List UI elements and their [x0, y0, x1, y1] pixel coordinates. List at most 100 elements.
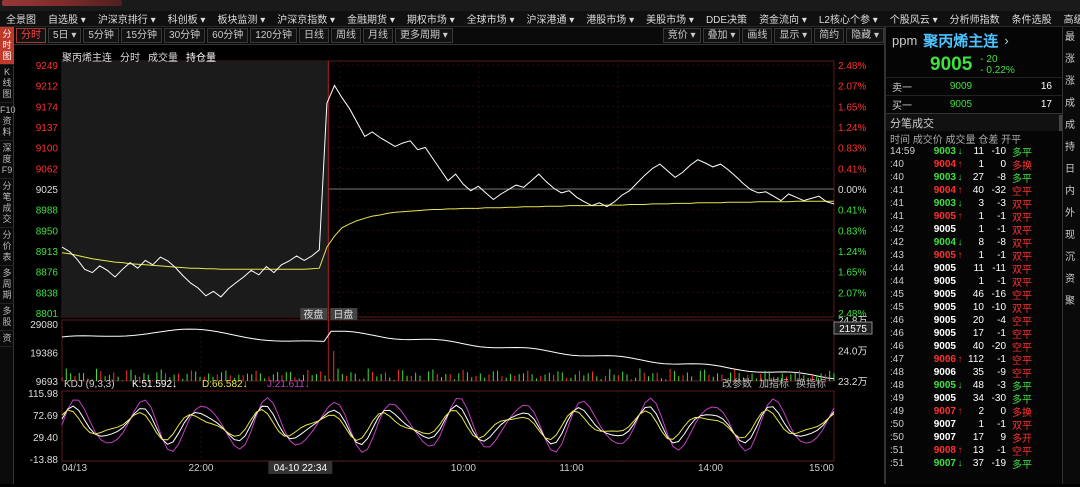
tick-price: 9005: [933, 289, 956, 300]
tick-oi-change: -1: [997, 445, 1006, 456]
tick-oi-change: -20: [991, 341, 1006, 352]
menu-item-4[interactable]: 板块监测 ▾: [211, 11, 271, 26]
menu-item-11[interactable]: 美股市场 ▾: [640, 11, 700, 26]
view-tab-6[interactable]: 多周期: [0, 266, 14, 304]
period-button-5[interactable]: 60分钟: [207, 28, 249, 43]
tick-row[interactable]: :40 9004 ↑ 1 0 多换: [886, 158, 1080, 172]
tick-volume: 27: [972, 172, 984, 183]
side-label-8: 外: [1065, 208, 1075, 219]
period-button-2[interactable]: 5分钟: [83, 28, 119, 43]
tick-row[interactable]: :41 9004 ↑ 40 -32 空平: [886, 184, 1080, 198]
period-button-1[interactable]: 5日 ▾: [48, 28, 82, 43]
intraday-chart[interactable]: 9249 2.48% 9212 2.07% 9174 1.65% 9137 1.24% 9100…: [14, 45, 880, 484]
menu-item-0[interactable]: 全景图: [0, 11, 42, 26]
period-button-6[interactable]: 120分钟: [250, 28, 297, 43]
tick-row[interactable]: :40 9003 ↓ 27 -8 多平: [886, 171, 1080, 185]
menu-item-2[interactable]: 沪深京排行 ▾: [92, 11, 162, 26]
tool-button-3[interactable]: 显示 ▾: [774, 28, 813, 43]
pct-tick-label: 2.07%: [838, 288, 866, 299]
menu-item-16[interactable]: 分析师指数: [944, 11, 1006, 26]
menu-item-1[interactable]: 自选股 ▾: [42, 11, 92, 26]
period-button-8[interactable]: 周线: [330, 28, 361, 43]
menu-item-13[interactable]: 资金流向 ▾: [753, 11, 813, 26]
tick-price: 9003: [933, 172, 956, 183]
tool-button-0[interactable]: 竞价 ▾: [662, 28, 701, 43]
tick-row[interactable]: :50 9007 1 -1 双平: [886, 418, 1080, 432]
next-contract-icon[interactable]: ›: [1004, 33, 1008, 48]
tick-row[interactable]: :41 9005 ↑ 1 -1 双平: [886, 210, 1080, 224]
period-button-3[interactable]: 15分钟: [120, 28, 163, 43]
menu-item-18[interactable]: 高级: [1058, 11, 1080, 26]
period-button-4[interactable]: 30分钟: [164, 28, 206, 43]
view-tab-1[interactable]: K线图: [0, 65, 14, 103]
tick-oi-change: -1: [997, 276, 1006, 287]
tick-list[interactable]: 14:59 9003 ↓ 11 -10 多平:40 9004 ↑ 1 0 多换:40 9003 ↓ 27-…: [886, 145, 1080, 471]
tick-time: :41: [890, 198, 904, 209]
tab-volume[interactable]: 成交量: [148, 49, 178, 64]
tick-oi-change: -1: [997, 354, 1006, 365]
menu-item-10[interactable]: 港股市场 ▾: [580, 11, 640, 26]
tick-row[interactable]: :47 9006 ↑ 112 -1 空平: [886, 353, 1080, 367]
tick-direction-icon: ↑: [957, 159, 963, 170]
tick-volume: 11: [973, 263, 984, 274]
tool-button-5[interactable]: 隐藏 ▾: [846, 28, 884, 43]
menu-item-14[interactable]: L2核心个参 ▾: [813, 11, 884, 26]
menu-item-8[interactable]: 全球市场 ▾: [461, 11, 521, 26]
period-button-9[interactable]: 月线: [362, 28, 393, 43]
menu-item-17[interactable]: 条件选股: [1006, 11, 1058, 26]
tick-row[interactable]: :46 9005 40 -20 空平: [886, 340, 1080, 354]
tick-oi-change: -8: [997, 237, 1006, 248]
tick-row[interactable]: :49 9005 34 -30 多平: [886, 392, 1080, 406]
tick-price: 9005: [933, 276, 956, 287]
view-tab-2[interactable]: F10资料: [0, 103, 16, 141]
tick-row[interactable]: :49 9007 ↑ 2 0 多换: [886, 405, 1080, 419]
tick-row[interactable]: :50 9007 17 9 多开: [886, 431, 1080, 445]
menu-item-15[interactable]: 个股风云 ▾: [884, 11, 944, 26]
tick-oi-change: -16: [991, 289, 1006, 300]
menu-item-7[interactable]: 期权市场 ▾: [401, 11, 461, 26]
view-tab-0[interactable]: 分时图: [0, 27, 14, 65]
view-tab-5[interactable]: 分价表: [0, 228, 14, 266]
kdj-d-value: D:66.582↓: [202, 379, 248, 390]
tick-row[interactable]: :44 9005 11 -11 双平: [886, 262, 1080, 276]
tick-row[interactable]: :51 9008 ↑ 13 -1 空平: [886, 444, 1080, 458]
period-button-7[interactable]: 日线: [298, 28, 329, 43]
tab-fenshi[interactable]: 分时: [120, 49, 140, 64]
view-tab-3[interactable]: 深度F9: [0, 141, 14, 179]
tool-button-4[interactable]: 简约: [814, 28, 845, 43]
menu-item-5[interactable]: 沪深京指数 ▾: [271, 11, 341, 26]
view-tab-4[interactable]: 分笔成交: [0, 179, 14, 228]
tick-row[interactable]: :45 9005 46 -16 空平: [886, 288, 1080, 302]
menu-item-6[interactable]: 金融期货 ▾: [341, 11, 401, 26]
kdj-button-1: 加指标: [759, 377, 789, 390]
tick-direction-icon: ↑: [957, 406, 963, 417]
tick-direction-icon: ↓: [957, 458, 963, 469]
tick-row[interactable]: :41 9003 ↓ 3 -3 双平: [886, 197, 1080, 211]
period-button-0[interactable]: 分时: [16, 28, 46, 43]
period-button-10[interactable]: 更多周期 ▾: [394, 28, 453, 43]
tick-row[interactable]: :48 9005 ↓ 48 -3 多平: [886, 379, 1080, 393]
tick-row[interactable]: :44 9005 1 -1 双平: [886, 275, 1080, 289]
tick-row[interactable]: :48 9006 35 -9 空平: [886, 366, 1080, 380]
view-tab-8[interactable]: 资: [0, 331, 14, 347]
menu-item-12[interactable]: DDE决策: [700, 11, 753, 26]
tick-time: :45: [890, 289, 904, 300]
tick-tab[interactable]: 分笔成交 详: [886, 113, 1080, 131]
tab-open-interest[interactable]: 持仓量: [186, 49, 216, 64]
tick-row[interactable]: :46 9005 17 -1 空平: [886, 327, 1080, 341]
menu-item-3[interactable]: 科创板 ▾: [162, 11, 212, 26]
tick-row[interactable]: 14:59 9003 ↓ 11 -10 多平: [886, 145, 1080, 159]
tick-row[interactable]: :46 9005 20 -4 空平: [886, 314, 1080, 328]
tick-row[interactable]: :45 9005 10 -10 双平: [886, 301, 1080, 315]
tool-button-1[interactable]: 叠加 ▾: [702, 28, 741, 43]
tick-time: :51: [890, 458, 904, 469]
kdj-k-value: K:51.592↓: [132, 379, 177, 390]
tick-time: :48: [890, 380, 904, 391]
tick-row[interactable]: :42 9005 1 -1 双平: [886, 223, 1080, 237]
menu-item-9[interactable]: 沪深港通 ▾: [521, 11, 581, 26]
tool-button-2[interactable]: 画线: [742, 28, 773, 43]
tick-row[interactable]: :51 9007 ↓ 37 -19 多平: [886, 457, 1080, 471]
tick-row[interactable]: :43 9005 ↑ 1 -1 双平: [886, 249, 1080, 263]
tick-row[interactable]: :42 9004 ↓ 8 -8 双平: [886, 236, 1080, 250]
view-tab-7[interactable]: 多股: [0, 304, 14, 331]
